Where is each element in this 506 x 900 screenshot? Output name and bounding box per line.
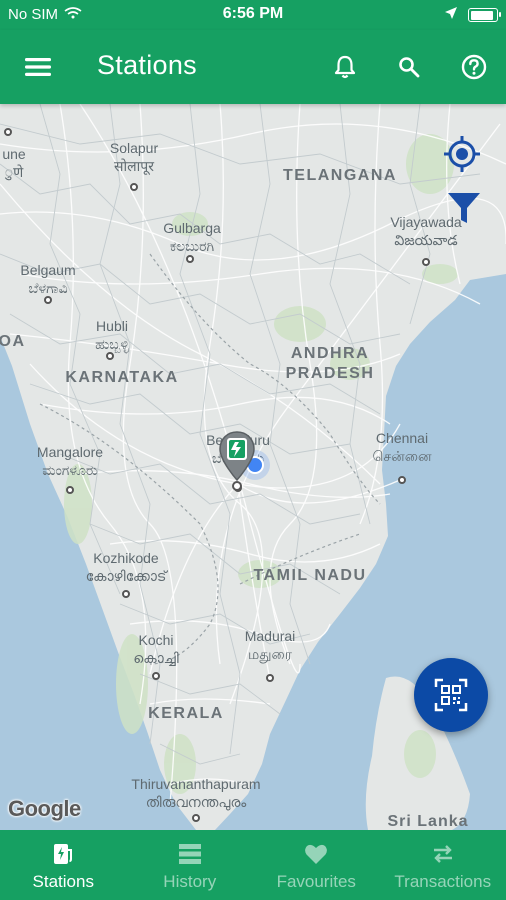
transactions-icon bbox=[430, 842, 456, 866]
map-label-madurai: Madurai மதுரை bbox=[244, 628, 296, 662]
map-label-karnataka: KARNATAKA bbox=[65, 369, 179, 386]
map-label-thiruvananthapuram: Thiruvananthapuram തിരുവനന്തപുരം bbox=[131, 776, 261, 810]
city-marker-mangalore bbox=[66, 486, 74, 494]
map-label-gulbarga: Gulbarga ಕಲಬುರಗಿ bbox=[163, 220, 221, 254]
map-label-sri-lanka: Sri Lanka bbox=[387, 813, 469, 830]
filter-button[interactable] bbox=[446, 190, 482, 226]
map-label-goa: OA bbox=[0, 333, 26, 350]
scan-qr-button[interactable] bbox=[414, 658, 488, 732]
nav-label-history: History bbox=[163, 872, 217, 891]
map-label-tamil-nadu: TAMIL NADU bbox=[253, 567, 367, 584]
nav-label-favourites: Favourites bbox=[276, 872, 356, 891]
filter-icon bbox=[448, 193, 480, 223]
battery-icon bbox=[468, 8, 501, 22]
search-button[interactable] bbox=[392, 50, 426, 84]
crosshair-icon bbox=[444, 136, 480, 172]
city-marker-solapur bbox=[130, 183, 138, 191]
location-arrow-icon bbox=[444, 6, 458, 24]
status-bar: No SIM 6:56 PM bbox=[0, 0, 506, 30]
charging-station-pin-icon bbox=[219, 431, 255, 491]
city-marker-belgaum bbox=[44, 296, 52, 304]
map-view[interactable]: uneुणे Solapur सोलापूर TELANGANA Gulbarga… bbox=[0, 104, 506, 830]
station-marker[interactable] bbox=[218, 430, 256, 494]
map-label-kerala: KERALA bbox=[148, 705, 224, 722]
charging-station-icon bbox=[50, 842, 76, 866]
city-marker-pune bbox=[4, 128, 12, 136]
heart-icon bbox=[303, 842, 329, 866]
nav-item-favourites[interactable]: Favourites bbox=[253, 830, 380, 900]
hamburger-menu-icon bbox=[25, 58, 51, 76]
map-label-hubli: Hubli ಹುಬ್ಬಳ್ಳಿ bbox=[95, 318, 129, 352]
map-label-mangalore: Mangalore ಮಂಗಳೂರು bbox=[36, 444, 104, 478]
qr-scan-icon bbox=[434, 678, 468, 712]
bell-icon bbox=[334, 55, 356, 79]
my-location-button[interactable] bbox=[442, 134, 482, 174]
help-button[interactable] bbox=[457, 50, 491, 84]
nav-label-transactions: Transactions bbox=[394, 872, 492, 891]
nav-item-stations[interactable]: Stations bbox=[0, 830, 127, 900]
notifications-button[interactable] bbox=[328, 50, 362, 84]
menu-button[interactable] bbox=[22, 52, 54, 82]
search-icon bbox=[399, 57, 420, 78]
bottom-navigation: Stations History Favourites Transactions bbox=[0, 830, 506, 900]
help-icon bbox=[461, 54, 487, 80]
nav-item-history[interactable]: History bbox=[127, 830, 254, 900]
city-marker-thiruvananthapuram bbox=[192, 814, 200, 822]
map-label-andhra-pradesh: ANDHRA PRADESH bbox=[285, 345, 375, 382]
status-time: 6:56 PM bbox=[222, 5, 284, 22]
city-marker-hubli bbox=[106, 352, 114, 360]
city-marker-gulbarga bbox=[186, 255, 194, 263]
map-label-solapur: Solapur सोलापूर bbox=[109, 140, 159, 174]
city-marker-kochi bbox=[152, 672, 160, 680]
map-label-kochi: Kochi കൊച്ചി bbox=[133, 632, 179, 666]
city-marker-madurai bbox=[266, 674, 274, 682]
map-label-chennai: Chennai சென்னை bbox=[372, 430, 432, 464]
google-attribution: Google bbox=[8, 796, 81, 821]
map-label-pune: uneुणे bbox=[2, 146, 26, 180]
app-header: Stations bbox=[0, 30, 506, 104]
history-icon bbox=[177, 842, 203, 866]
map-label-belgaum: Belgaum ಬೆಳಗಾವಿ bbox=[20, 262, 76, 296]
city-marker-kozhikode bbox=[122, 590, 130, 598]
nav-label-stations: Stations bbox=[32, 872, 94, 891]
page-title: Stations bbox=[97, 50, 197, 80]
map-label-kozhikode: Kozhikode കോഴിക്കോട് bbox=[85, 550, 167, 584]
map-label-telangana: TELANGANA bbox=[283, 167, 397, 184]
city-marker-chennai bbox=[398, 476, 406, 484]
nav-item-transactions[interactable]: Transactions bbox=[380, 830, 506, 900]
city-marker-vijayawada bbox=[422, 258, 430, 266]
